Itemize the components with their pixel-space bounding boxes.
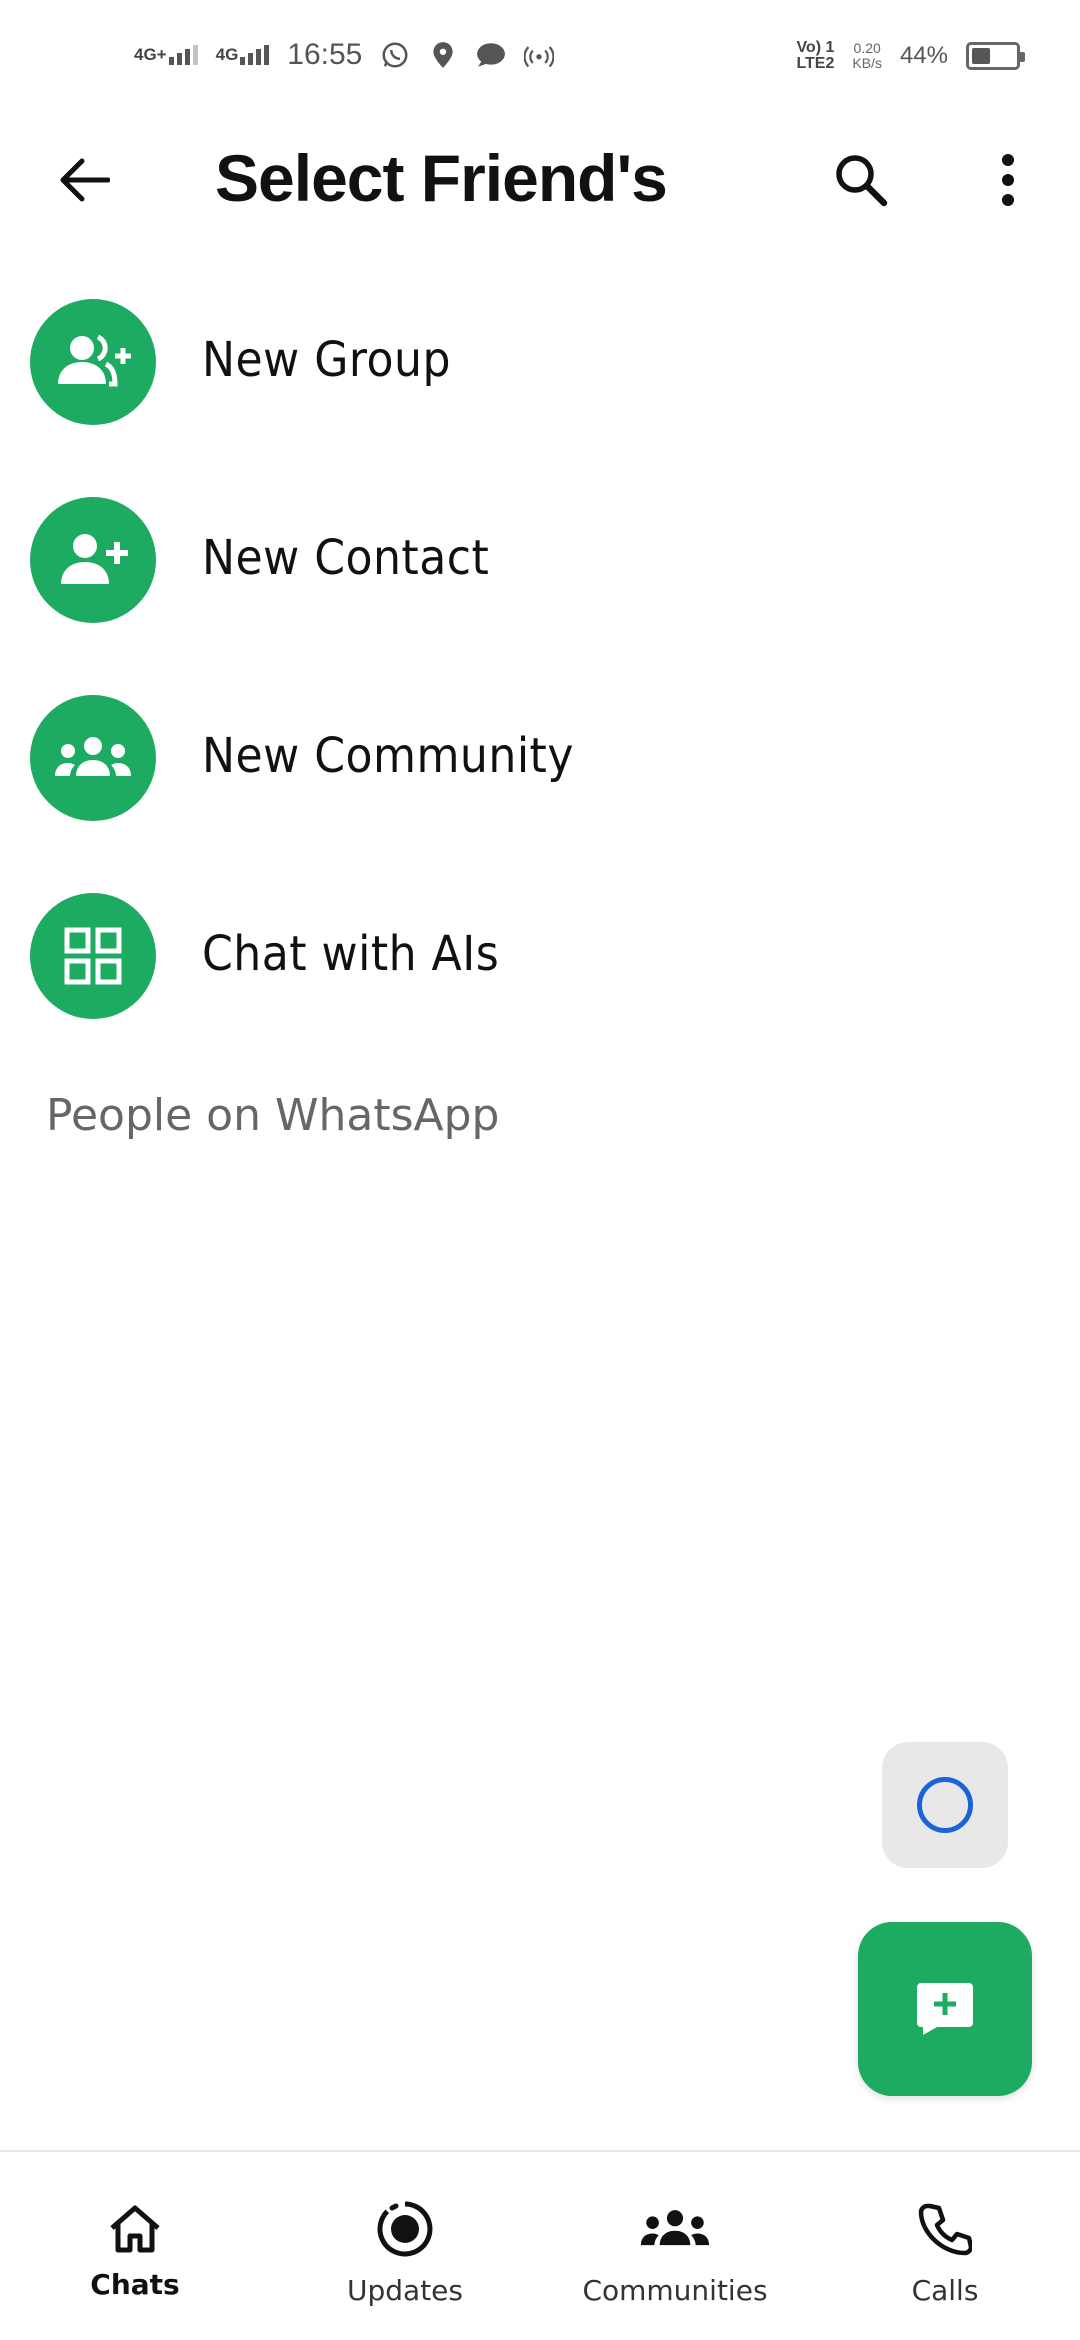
lte-label: LTE2 [796, 55, 835, 72]
status-icon [377, 2201, 433, 2257]
new-chat-icon [917, 1983, 973, 2035]
nav-updates-label: Updates [347, 2274, 463, 2307]
network-label-2: 4G [215, 45, 239, 64]
new-community-item[interactable]: New Community [0, 678, 1080, 876]
speed-unit: KB/s [852, 55, 882, 71]
person-add-icon [61, 534, 128, 584]
network-indicator-1: 4G+ [134, 45, 198, 65]
message-bubble-icon [476, 40, 506, 70]
chat-with-ais-avatar [30, 893, 156, 1019]
assistant-button[interactable] [882, 1742, 1008, 1868]
assistant-ring-icon [917, 1777, 973, 1833]
status-right: Vo) 1 LTE2 0.20 KB/s 44% [796, 40, 1025, 72]
action-list: New Group New Contact New Community Chat… [0, 282, 1080, 1074]
more-options-button[interactable] [980, 145, 1036, 215]
nav-chats-label: Chats [90, 2268, 180, 2301]
new-contact-avatar [30, 497, 156, 623]
nav-updates-icon-wrap [270, 2194, 540, 2264]
whatsapp-icon [380, 40, 410, 70]
home-icon [110, 2205, 160, 2253]
battery-icon [966, 42, 1025, 70]
chat-with-ais-item[interactable]: Chat with AIs [0, 876, 1080, 1074]
nav-updates[interactable]: Updates [270, 2152, 540, 2340]
more-vert-icon [1002, 154, 1014, 206]
nav-communities-label: Communities [582, 2274, 768, 2307]
network-label-1: 4G+ [134, 45, 167, 64]
network-indicator-2: 4G [216, 45, 270, 65]
volte-label: Vo) 1 [796, 39, 835, 56]
signal-bars-icon [168, 45, 198, 65]
new-group-item[interactable]: New Group [0, 282, 1080, 480]
search-icon [836, 155, 888, 207]
grid-icon [64, 927, 122, 985]
battery-fill [972, 48, 990, 64]
status-time: 16:55 [287, 38, 363, 71]
chat-with-ais-label: Chat with AIs [202, 926, 500, 982]
nav-communities-icon-wrap [540, 2194, 810, 2264]
search-button[interactable] [826, 145, 896, 215]
app-bar: Select Friend's [0, 120, 1080, 240]
location-pin-icon [428, 40, 458, 70]
bottom-nav: Chats Updates Communities Calls [0, 2150, 1080, 2340]
network-speed: 0.20 KB/s [852, 41, 882, 71]
volte-indicator: Vo) 1 LTE2 [796, 40, 834, 72]
new-chat-fab[interactable] [858, 1922, 1032, 2096]
nav-communities[interactable]: Communities [540, 2152, 810, 2340]
phone-icon [918, 2203, 972, 2256]
new-contact-label: New Contact [202, 530, 490, 586]
new-group-label: New Group [202, 332, 451, 388]
signal-bars-icon [240, 45, 270, 65]
page-title: Select Friend's [215, 141, 668, 215]
new-contact-item[interactable]: New Contact [0, 480, 1080, 678]
group-add-icon [58, 334, 131, 387]
nav-calls-label: Calls [911, 2274, 979, 2307]
community-icon [55, 737, 131, 776]
new-group-avatar [30, 299, 156, 425]
nav-chats[interactable]: Chats [0, 2152, 270, 2340]
hotspot-icon [524, 40, 555, 70]
nav-chats-icon-wrap [0, 2194, 270, 2264]
new-community-avatar [30, 695, 156, 821]
status-bar: 4G+ 4G 16:55 Vo) 1 LTE2 0.20 KB/s 44% [0, 0, 1080, 120]
new-community-label: New Community [202, 728, 574, 784]
nav-calls-icon-wrap [810, 2194, 1080, 2264]
speed-value: 0.20 [853, 40, 881, 56]
nav-calls[interactable]: Calls [810, 2152, 1080, 2340]
arrow-back-icon [60, 158, 110, 202]
back-button[interactable] [48, 150, 120, 210]
battery-percent: 44% [899, 42, 948, 69]
status-left: 4G+ 4G 16:55 [134, 38, 555, 72]
section-header: People on WhatsApp [46, 1090, 500, 1141]
communities-icon [640, 2210, 710, 2246]
